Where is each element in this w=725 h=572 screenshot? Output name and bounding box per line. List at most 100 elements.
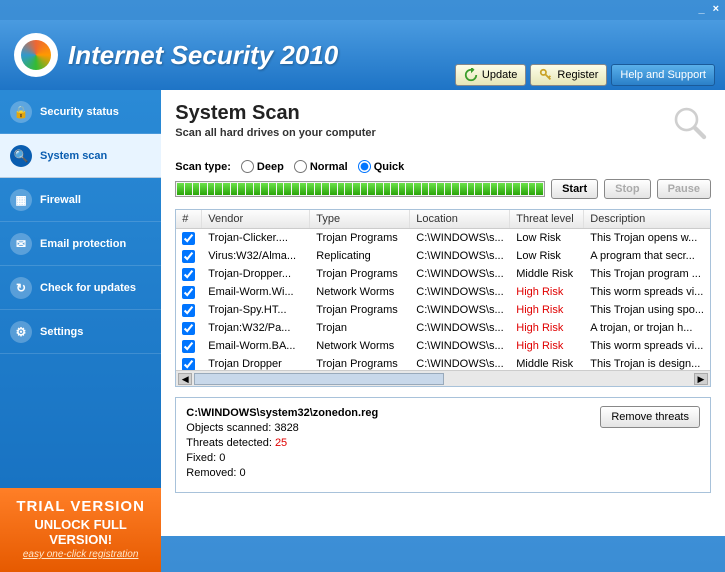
row-threat: High Risk <box>510 283 584 301</box>
row-type: Trojan Programs <box>310 265 410 283</box>
register-button[interactable]: Register <box>530 64 607 86</box>
stop-button[interactable]: Stop <box>604 179 650 199</box>
row-checkbox[interactable] <box>176 301 202 319</box>
row-description: This Trojan program ... <box>584 265 710 283</box>
scan-options: Scan type: Deep Normal Quick <box>175 160 711 173</box>
trial-line1: TRIAL VERSION <box>4 498 157 515</box>
row-checkbox[interactable] <box>176 319 202 337</box>
scan-quick-radio[interactable]: Quick <box>358 160 405 173</box>
minimize-button[interactable]: _ <box>698 3 704 17</box>
table-row[interactable]: Virus:W32/Alma...ReplicatingC:\WINDOWS\s… <box>176 247 710 265</box>
sidebar-item-label: Firewall <box>40 194 81 206</box>
sidebar-item-email-protection[interactable]: ✉ Email protection <box>0 222 161 266</box>
horizontal-scrollbar[interactable]: ◀ ▶ <box>176 370 710 386</box>
row-type: Replicating <box>310 247 410 265</box>
row-checkbox[interactable] <box>176 265 202 283</box>
row-location: C:\WINDOWS\s... <box>410 229 510 247</box>
row-location: C:\WINDOWS\s... <box>410 283 510 301</box>
sidebar-item-label: Email protection <box>40 238 126 250</box>
table-row[interactable]: Trojan:W32/Pa...TrojanC:\WINDOWS\s...Hig… <box>176 319 710 337</box>
current-path: C:\WINDOWS\system32\zonedon.reg <box>186 406 378 421</box>
sidebar-item-security-status[interactable]: 🔒 Security status <box>0 90 161 134</box>
row-checkbox[interactable] <box>176 283 202 301</box>
summary-text: C:\WINDOWS\system32\zonedon.reg Objects … <box>186 406 378 481</box>
scroll-right-icon[interactable]: ▶ <box>694 373 708 385</box>
row-type: Network Worms <box>310 283 410 301</box>
row-location: C:\WINDOWS\s... <box>410 265 510 283</box>
fixed-label: Fixed: <box>186 452 216 464</box>
table-row[interactable]: Email-Worm.Wi...Network WormsC:\WINDOWS\… <box>176 283 710 301</box>
col-type[interactable]: Type <box>310 210 410 228</box>
trial-banner[interactable]: TRIAL VERSION UNLOCK FULL VERSION! easy … <box>0 488 161 572</box>
row-threat: Middle Risk <box>510 265 584 283</box>
row-threat: High Risk <box>510 337 584 355</box>
grid-header: # Vendor Type Location Threat level Desc… <box>176 210 710 229</box>
page-title: System Scan <box>175 102 376 125</box>
scan-deep-radio[interactable]: Deep <box>241 160 284 173</box>
table-row[interactable]: Trojan-Clicker....Trojan ProgramsC:\WIND… <box>176 229 710 247</box>
table-row[interactable]: Trojan-Dropper...Trojan ProgramsC:\WINDO… <box>176 265 710 283</box>
sidebar-item-check-updates[interactable]: ↻ Check for updates <box>0 266 161 310</box>
row-threat: High Risk <box>510 319 584 337</box>
row-vendor: Trojan-Dropper... <box>202 265 310 283</box>
row-checkbox[interactable] <box>176 229 202 247</box>
close-button[interactable]: × <box>713 3 719 17</box>
row-description: This worm spreads vi... <box>584 337 710 355</box>
row-checkbox[interactable] <box>176 247 202 265</box>
scan-normal-radio[interactable]: Normal <box>294 160 348 173</box>
row-checkbox[interactable] <box>176 337 202 355</box>
detected-value: 25 <box>275 437 287 449</box>
col-vendor[interactable]: Vendor <box>202 210 310 228</box>
main-panel: System Scan Scan all hard drives on your… <box>161 90 725 536</box>
remove-threats-button[interactable]: Remove threats <box>600 406 700 428</box>
table-row[interactable]: Trojan-Spy.HT...Trojan ProgramsC:\WINDOW… <box>176 301 710 319</box>
sidebar-item-system-scan[interactable]: 🔍 System scan <box>0 134 161 178</box>
row-description: A trojan, or trojan h... <box>584 319 710 337</box>
results-grid: # Vendor Type Location Threat level Desc… <box>175 209 711 387</box>
sidebar-item-label: Check for updates <box>40 282 136 294</box>
sidebar-item-firewall[interactable]: ▦ Firewall <box>0 178 161 222</box>
row-vendor: Trojan:W32/Pa... <box>202 319 310 337</box>
search-icon: 🔍 <box>10 145 32 167</box>
scroll-left-icon[interactable]: ◀ <box>178 373 192 385</box>
sidebar-item-label: Security status <box>40 106 119 118</box>
row-type: Network Worms <box>310 337 410 355</box>
help-label: Help and Support <box>620 69 706 81</box>
register-label: Register <box>557 69 598 81</box>
update-button[interactable]: Update <box>455 64 526 86</box>
row-type: Trojan Programs <box>310 229 410 247</box>
lock-icon: 🔒 <box>10 101 32 123</box>
top-buttons: Update Register Help and Support <box>455 64 715 86</box>
table-row[interactable]: Email-Worm.BA...Network WormsC:\WINDOWS\… <box>176 337 710 355</box>
row-type: Trojan Programs <box>310 301 410 319</box>
header: Internet Security 2010 Update Register H… <box>0 20 725 90</box>
start-button[interactable]: Start <box>551 179 598 199</box>
row-description: This Trojan using spo... <box>584 301 710 319</box>
row-threat: Middle Risk <box>510 355 584 370</box>
titlebar: _ × <box>0 0 725 20</box>
table-row[interactable]: Trojan DropperTrojan ProgramsC:\WINDOWS\… <box>176 355 710 370</box>
row-threat: Low Risk <box>510 229 584 247</box>
progress-row: Start Stop Pause <box>175 179 711 199</box>
sidebar-item-settings[interactable]: ⚙ Settings <box>0 310 161 354</box>
col-threat[interactable]: Threat level <box>510 210 584 228</box>
col-location[interactable]: Location <box>410 210 510 228</box>
mail-icon: ✉ <box>10 233 32 255</box>
scanned-label: Objects scanned: <box>186 422 271 434</box>
panel-header: System Scan Scan all hard drives on your… <box>175 102 711 144</box>
row-description: This Trojan opens w... <box>584 229 710 247</box>
pause-button[interactable]: Pause <box>657 179 711 199</box>
sidebar-item-label: System scan <box>40 150 107 162</box>
row-checkbox[interactable] <box>176 355 202 370</box>
scanned-value: 3828 <box>274 422 298 434</box>
row-description: A program that secr... <box>584 247 710 265</box>
row-description: This worm spreads vi... <box>584 283 710 301</box>
removed-value: 0 <box>239 467 245 479</box>
row-vendor: Trojan-Clicker.... <box>202 229 310 247</box>
sidebar-item-label: Settings <box>40 326 83 338</box>
col-num[interactable]: # <box>176 210 202 228</box>
col-description[interactable]: Description <box>584 210 710 228</box>
help-button[interactable]: Help and Support <box>611 64 715 86</box>
row-location: C:\WINDOWS\s... <box>410 355 510 370</box>
scroll-thumb[interactable] <box>194 373 444 385</box>
